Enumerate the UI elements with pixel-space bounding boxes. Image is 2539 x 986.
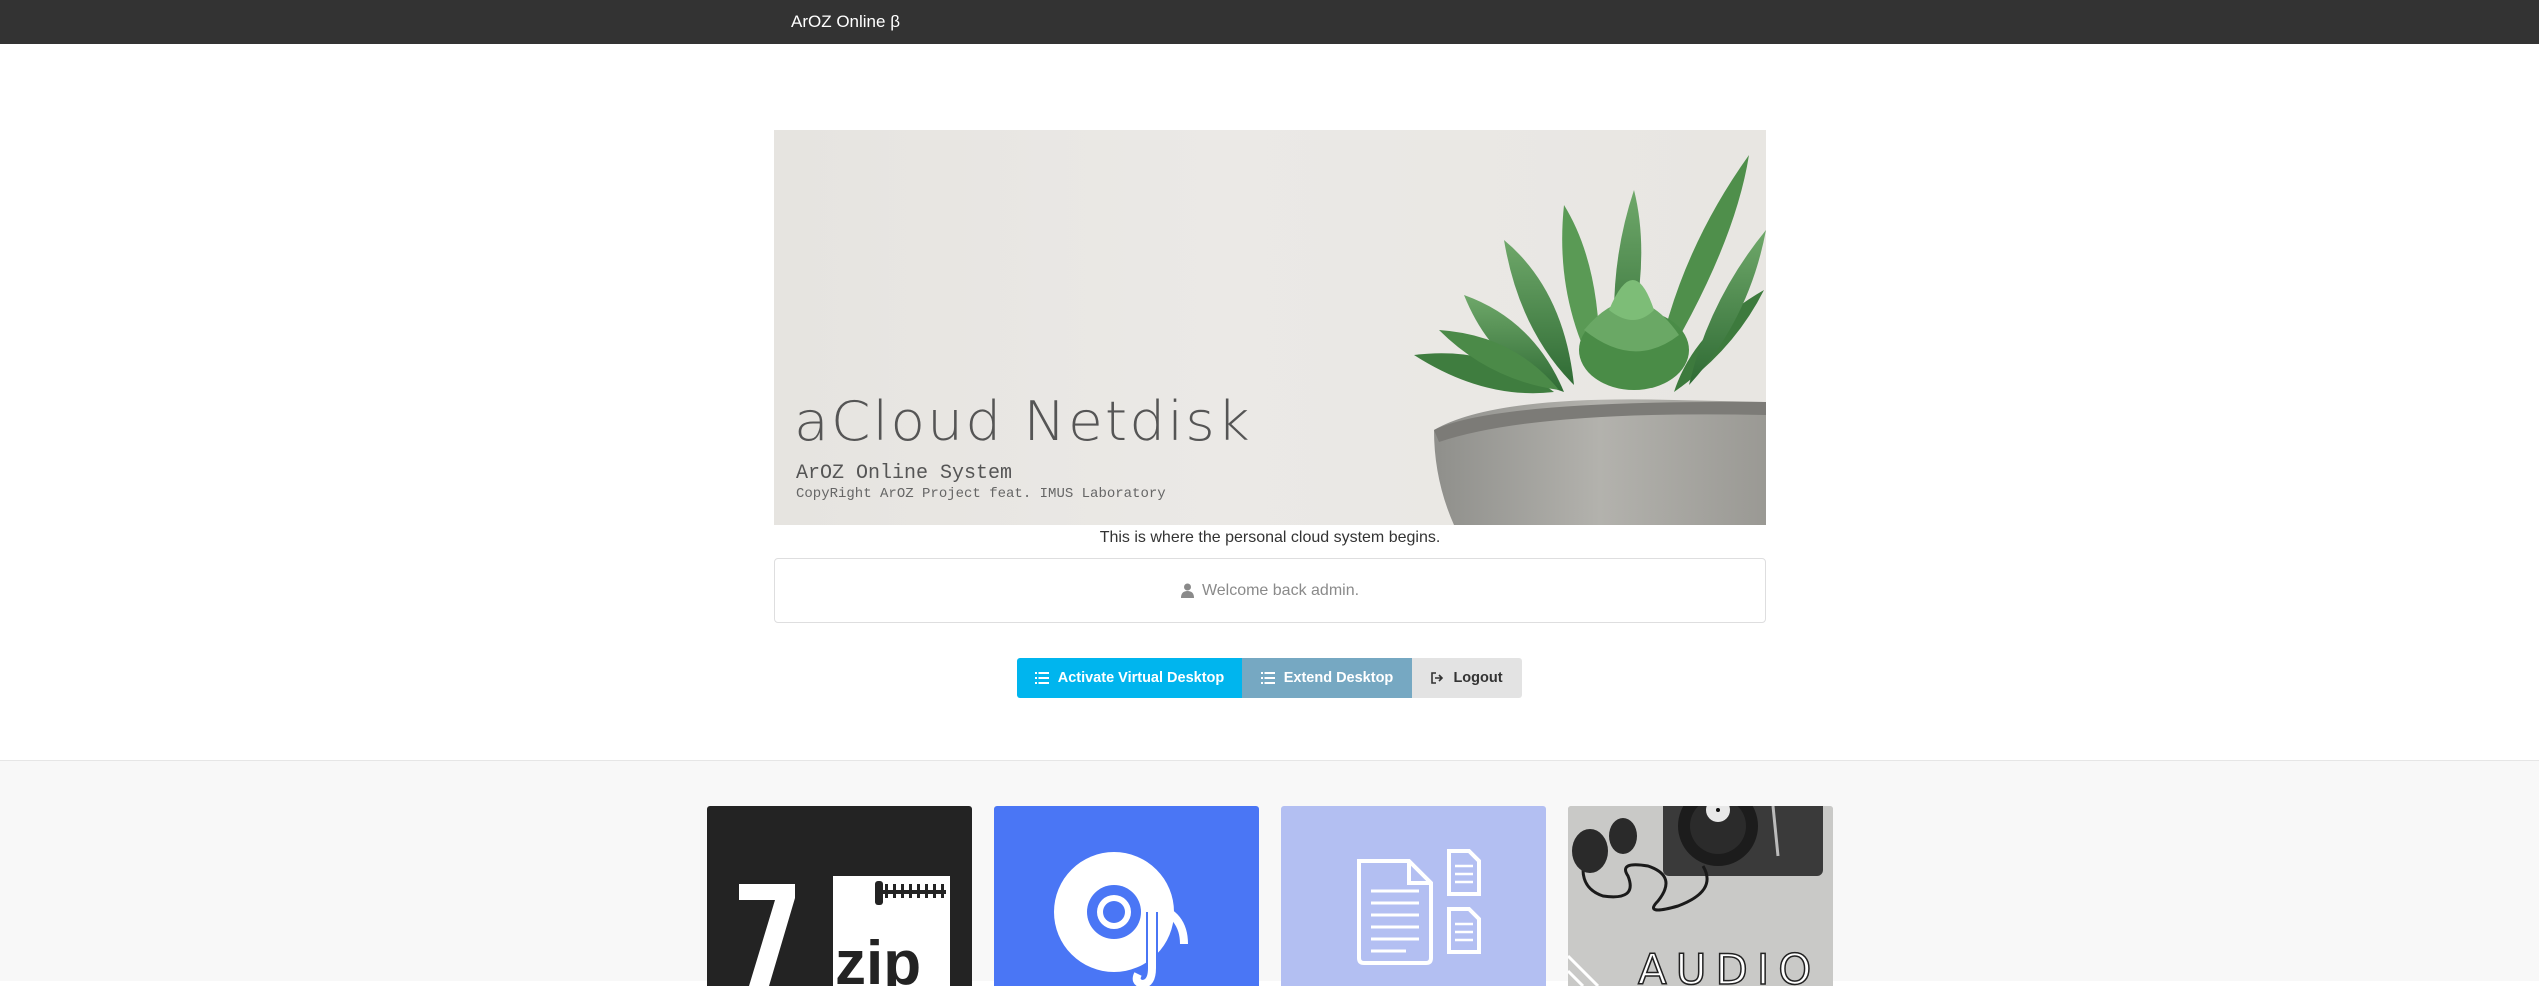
welcome-message-box: Welcome back admin. [774, 558, 1766, 623]
logout-button[interactable]: Logout [1412, 658, 1522, 698]
extend-label: Extend Desktop [1283, 670, 1394, 686]
app-card-music-player[interactable] [994, 806, 1259, 986]
extend-desktop-button[interactable]: Extend Desktop [1242, 658, 1412, 698]
logout-label: Logout [1453, 670, 1503, 686]
banner-subtitle: ArOZ Online System [796, 462, 1013, 485]
app-card-audio[interactable]: AUDIO [1568, 806, 1833, 986]
sign-out-icon [1431, 672, 1444, 684]
banner-copyright: CopyRight ArOZ Project feat. IMUS Labora… [796, 486, 1166, 502]
activate-label: Activate Virtual Desktop [1057, 670, 1225, 686]
7zip-icon: zip [739, 876, 950, 986]
top-navbar: ArOZ Online β [0, 0, 2539, 44]
brand-link[interactable]: ArOZ Online β [791, 0, 900, 44]
list-icon [1034, 672, 1049, 684]
user-icon [1180, 583, 1194, 598]
app-card-7zip[interactable]: zip [707, 806, 972, 986]
app-grid-section: zip AUDIO [0, 760, 2539, 986]
7zip-logo-text: zip [835, 929, 921, 986]
activate-virtual-desktop-button[interactable]: Activate Virtual Desktop [1017, 658, 1242, 698]
app-card-documents[interactable] [1281, 806, 1546, 986]
banner-title: aCloud Netdisk [794, 390, 1252, 453]
hero-banner: aCloud Netdisk ArOZ Online System CopyRi… [774, 130, 1766, 525]
action-button-group: Activate Virtual Desktop Extend Desktop … [1017, 658, 1522, 698]
list-icon [1260, 672, 1275, 684]
music-disc-icon [1054, 852, 1188, 986]
documents-icon [1357, 849, 1481, 965]
tagline: This is where the personal cloud system … [1099, 529, 1441, 546]
turntable-icon: AUDIO [1568, 806, 1833, 986]
welcome-text: Welcome back admin. [1201, 581, 1360, 599]
